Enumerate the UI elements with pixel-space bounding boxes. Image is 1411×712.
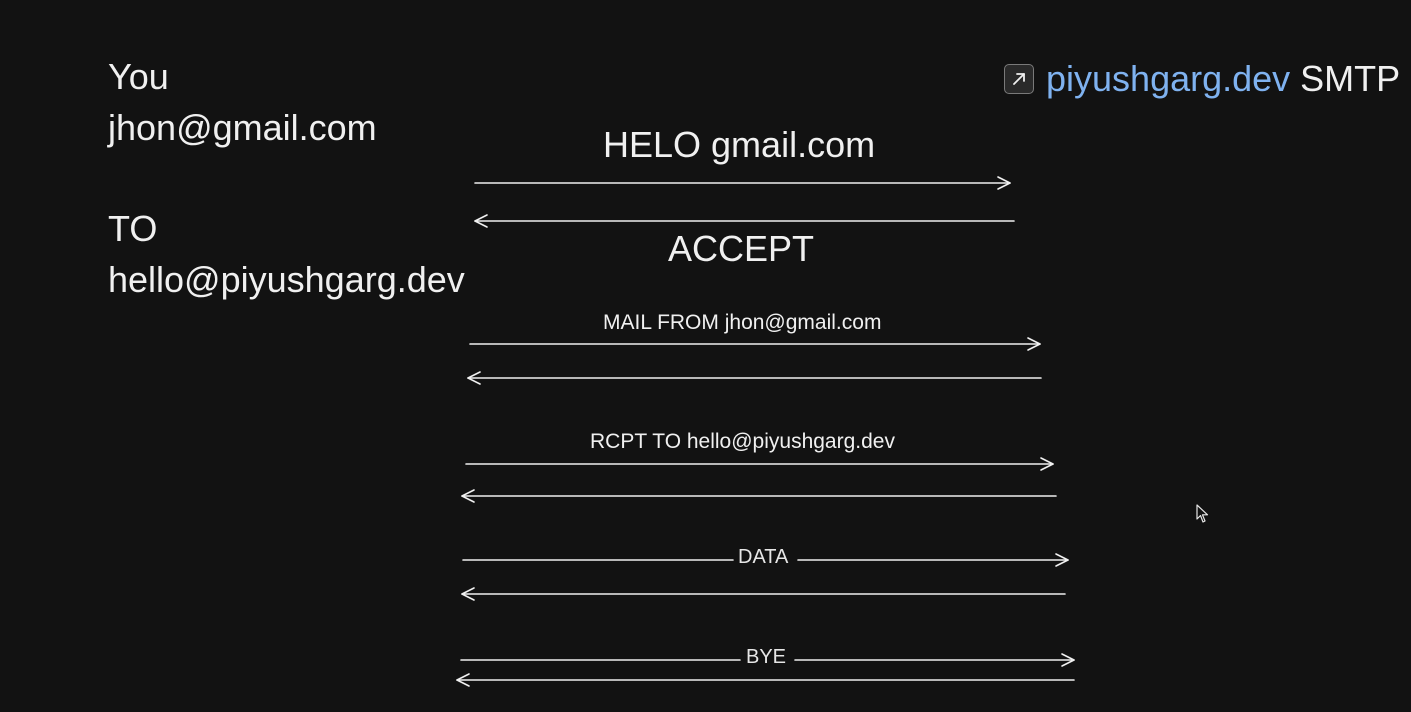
bye-message: BYE [742,646,791,669]
mouse-cursor-icon [1196,504,1209,523]
mail-from-message: MAIL FROM jhon@gmail.com [603,311,882,334]
accept-message: ACCEPT [668,228,815,269]
smtp-diagram: You jhon@gmail.com TO hello@piyushgarg.d… [0,0,1411,712]
helo-message: HELO gmail.com [603,124,876,165]
rcpt-to-message: RCPT TO hello@piyushgarg.dev [590,430,895,453]
data-message: DATA [734,546,793,569]
message-arrows [456,176,1075,687]
